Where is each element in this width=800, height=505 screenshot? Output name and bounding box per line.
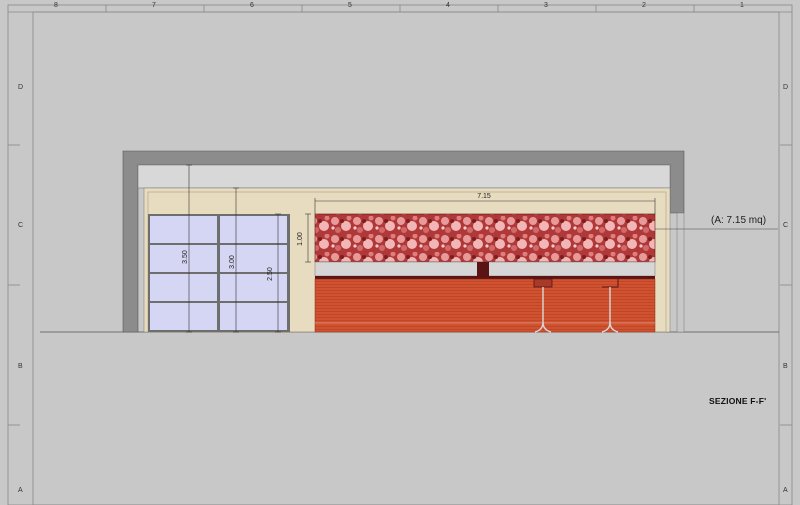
dim-label-panel: 1.00 (297, 232, 304, 246)
right-wall-stub (676, 212, 685, 333)
top-column-dividers (105, 5, 695, 12)
section-title: SEZIONE F-F' (709, 396, 767, 406)
decorative-panel (314, 213, 656, 263)
dim-label-total: 3.50 (182, 250, 189, 264)
row-label-left-D: D (18, 84, 24, 91)
area-callout: (A: 7.15 mq) (711, 215, 767, 226)
column-label-8: 8 (54, 2, 58, 9)
counter-top-edge (315, 276, 655, 279)
row-label-right-D: D (783, 84, 789, 91)
shelf-bracket (477, 262, 489, 276)
row-label-right-B: B (783, 363, 788, 370)
column-label-2: 2 (642, 2, 646, 9)
column-label-4: 4 (446, 2, 450, 9)
row-label-right-A: A (783, 487, 788, 494)
ceiling-band (137, 164, 671, 189)
row-label-right-C: C (783, 222, 789, 229)
row-label-left-C: C (18, 222, 24, 229)
row-label-left-A: A (18, 487, 23, 494)
row-label-left-B: B (18, 363, 23, 370)
column-label-5: 5 (348, 2, 352, 9)
column-label-3: 3 (544, 2, 548, 9)
drawing-sheet: 3.50 3.00 2.50 1.00 7.15 (7, 4, 793, 505)
column-label-1: 1 (740, 2, 744, 9)
dim-label-mid: 3.00 (229, 255, 236, 269)
dim-label-width: 7.15 (477, 193, 491, 200)
column-label-7: 7 (152, 2, 156, 9)
dim-label-door: 2.50 (267, 267, 274, 281)
column-label-6: 6 (250, 2, 254, 9)
